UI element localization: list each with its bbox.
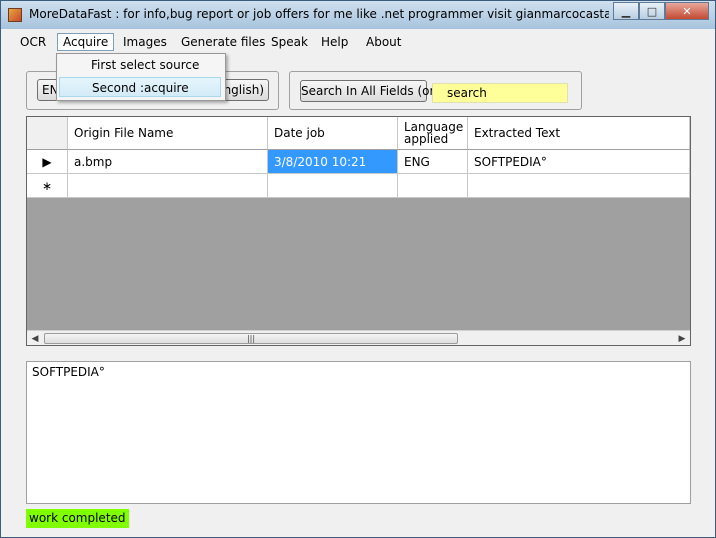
menu-ocr[interactable]: OCR xyxy=(15,33,51,51)
menu-item-label: First select source xyxy=(91,58,200,72)
minimize-icon: ▁ xyxy=(621,4,631,18)
window-controls: ▁ □ ✕ xyxy=(613,2,709,20)
maximize-button[interactable]: □ xyxy=(639,2,665,20)
table-cell-text[interactable]: SOFTPEDIA° xyxy=(468,150,690,174)
table-cell-date[interactable]: 3/8/2010 10:21 xyxy=(268,150,398,174)
menu-about[interactable]: About xyxy=(361,33,406,51)
menu-acquire[interactable]: Acquire xyxy=(57,33,115,51)
horizontal-scrollbar[interactable]: ◀ ||| ▶ xyxy=(27,330,690,345)
column-header-date-job[interactable]: Date job xyxy=(268,117,398,150)
close-icon: ✕ xyxy=(682,4,692,18)
row-header-new[interactable]: ∗ xyxy=(27,174,68,198)
menu-item-first-select-source[interactable]: First select source xyxy=(59,55,221,75)
menu-item-second-acquire[interactable]: Second :acquire xyxy=(59,77,221,97)
new-row-cell-file[interactable] xyxy=(68,174,268,198)
title-bar[interactable]: MoreDataFast : for info,bug report or jo… xyxy=(1,1,715,29)
column-header-language-applied[interactable]: Language applied xyxy=(398,117,468,150)
scrollbar-thumb[interactable]: ||| xyxy=(44,333,458,344)
search-all-fields-button[interactable]: Search In All Fields (or) xyxy=(300,80,439,102)
menu-generate-files[interactable]: Generate files xyxy=(176,33,270,51)
app-window: MoreDataFast : for info,bug report or jo… xyxy=(0,0,716,538)
results-grid[interactable]: Origin File Name Date job Language appli… xyxy=(26,116,691,346)
menu-speak[interactable]: Speak xyxy=(266,33,313,51)
table-cell-file[interactable]: a.bmp xyxy=(68,150,268,174)
new-row-cell-text[interactable] xyxy=(468,174,690,198)
row-header-current[interactable]: ▶ xyxy=(27,150,68,174)
extracted-text-output[interactable]: SOFTPEDIA° xyxy=(26,361,691,504)
new-row-cell-date[interactable] xyxy=(268,174,398,198)
maximize-icon: □ xyxy=(646,4,658,18)
table-cell-language[interactable]: ENG xyxy=(398,150,468,174)
grid-corner-header xyxy=(27,117,68,150)
column-header-extracted-text[interactable]: Extracted Text xyxy=(468,117,690,150)
acquire-dropdown: First select source Second :acquire xyxy=(56,53,226,101)
column-header-origin-file-name[interactable]: Origin File Name xyxy=(68,117,268,150)
menu-images[interactable]: Images xyxy=(118,33,172,51)
new-row-cell-language[interactable] xyxy=(398,174,468,198)
menu-help[interactable]: Help xyxy=(316,33,353,51)
minimize-button[interactable]: ▁ xyxy=(613,2,639,20)
search-input[interactable]: search xyxy=(432,83,568,103)
close-button[interactable]: ✕ xyxy=(665,2,709,20)
scroll-left-icon[interactable]: ◀ xyxy=(29,333,41,345)
app-icon[interactable] xyxy=(8,8,22,22)
status-label: work completed xyxy=(26,509,129,528)
menu-bar: OCR Acquire Images Generate files Speak … xyxy=(9,31,707,53)
window-title: MoreDataFast : for info,bug report or jo… xyxy=(29,7,609,21)
menu-item-label: Second :acquire xyxy=(92,81,189,95)
scroll-right-icon[interactable]: ▶ xyxy=(676,333,688,345)
